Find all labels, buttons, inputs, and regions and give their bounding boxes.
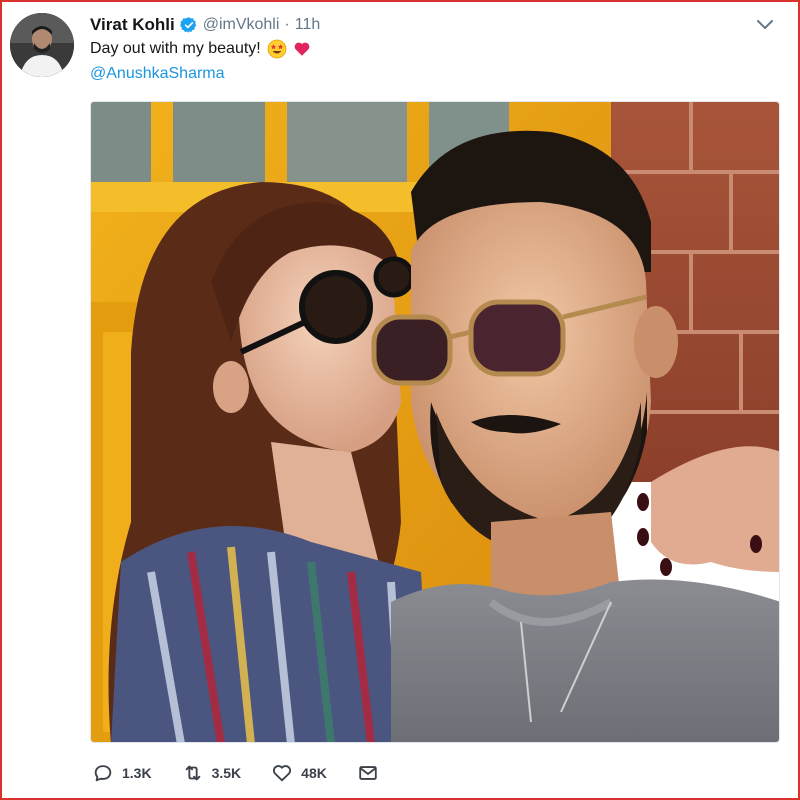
tweet-photo[interactable] bbox=[90, 101, 780, 743]
timestamp[interactable]: 11h bbox=[295, 16, 321, 34]
avatar-image bbox=[10, 13, 74, 77]
retweet-icon bbox=[185, 765, 200, 781]
user-handle[interactable]: @imVkohli bbox=[203, 16, 280, 34]
mention-link[interactable]: @AnushkaSharma bbox=[90, 65, 225, 83]
tweet-text: Day out with my beauty! bbox=[90, 39, 311, 59]
avatar[interactable] bbox=[10, 13, 74, 77]
reply-icon bbox=[94, 765, 112, 782]
reply-count: 1.3K bbox=[122, 765, 152, 781]
tweet-header: Virat Kohli @imVkohli · 11h bbox=[90, 14, 320, 36]
chevron-down-icon[interactable] bbox=[756, 18, 774, 32]
star-struck-emoji-icon bbox=[267, 39, 287, 59]
tweet-card: Virat Kohli @imVkohli · 11h Day out with… bbox=[0, 0, 800, 800]
reply-button[interactable]: 1.3K bbox=[92, 762, 152, 784]
separator-dot: · bbox=[284, 16, 290, 33]
retweet-count: 3.5K bbox=[211, 765, 242, 781]
envelope-icon bbox=[359, 766, 377, 780]
selfie-photo-image bbox=[91, 102, 779, 742]
like-button[interactable]: 48K bbox=[271, 762, 327, 784]
red-heart-emoji-icon bbox=[293, 40, 311, 58]
like-count: 48K bbox=[301, 765, 327, 781]
retweet-button[interactable]: 3.5K bbox=[182, 762, 242, 784]
tweet-actions: 1.3K 3.5K 48K bbox=[92, 760, 409, 786]
verified-badge-icon bbox=[179, 16, 198, 34]
direct-message-button[interactable] bbox=[357, 762, 379, 784]
heart-icon bbox=[273, 765, 292, 782]
display-name[interactable]: Virat Kohli bbox=[90, 15, 175, 35]
tweet-body: Day out with my beauty! bbox=[90, 40, 261, 57]
